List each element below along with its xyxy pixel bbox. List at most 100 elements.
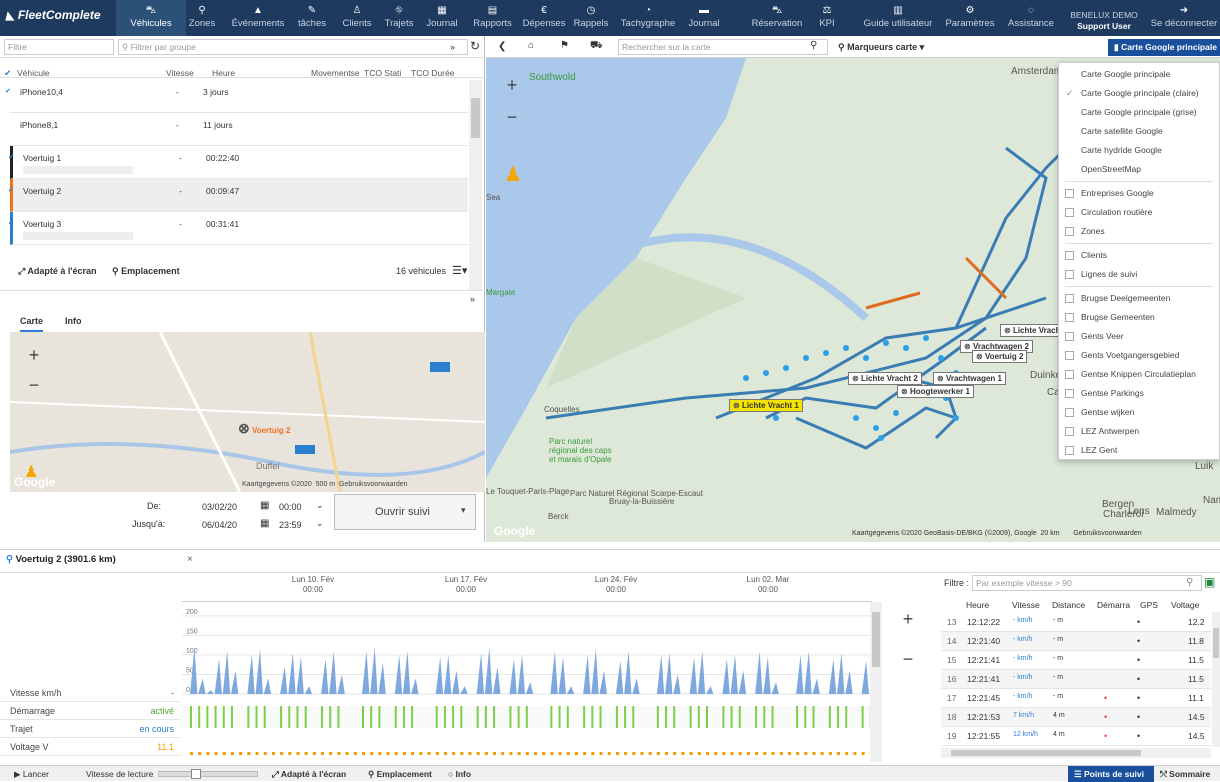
col-tco-state[interactable]: TCO Stati: [364, 68, 401, 78]
col-vehicle[interactable]: Véhicule: [17, 68, 50, 78]
map-type-option[interactable]: ✓ Carte Google principale (claire): [1059, 84, 1219, 103]
list-scrollbar[interactable]: [469, 80, 482, 290]
filter-input[interactable]: Filtre: [4, 39, 114, 55]
calendar-icon[interactable]: ▦: [260, 500, 269, 511]
calendar-icon[interactable]: ▦: [260, 518, 269, 529]
layer-checkbox[interactable]: [1065, 389, 1074, 398]
map-zoom-out[interactable]: −: [498, 104, 526, 132]
table-filter-input[interactable]: Par exemple vitesse > 90: [972, 575, 1202, 591]
to-date[interactable]: 06/04/20: [202, 520, 237, 530]
truck-icon[interactable]: ⛟: [590, 40, 603, 53]
to-time[interactable]: 23:59: [279, 520, 302, 530]
location-button[interactable]: ⚲ Emplacement: [112, 266, 180, 277]
from-date[interactable]: 03/02/20: [202, 502, 237, 512]
vehicle-count[interactable]: 16 véhicules: [396, 266, 446, 276]
vehicle-marker[interactable]: ⊗ Lichte Vracht 1: [729, 399, 803, 412]
map-type-option[interactable]: Carte Google principale: [1059, 65, 1219, 84]
fit-screen-button[interactable]: ⤢ Adapté à l'écran: [18, 266, 97, 277]
map-type-option[interactable]: Carte hydride Google: [1059, 141, 1219, 160]
excel-export-icon[interactable]: ▣: [1204, 575, 1215, 589]
vehicle-row[interactable]: iPhone8,1 - 11 jours: [10, 113, 468, 146]
nav-10[interactable]: ◔ Tachygraphe: [612, 0, 684, 36]
tab-map[interactable]: Carte: [20, 316, 44, 332]
layer-checkbox[interactable]: [1065, 189, 1074, 198]
nav-6[interactable]: ▦ Journal: [416, 0, 468, 36]
layer-checkbox[interactable]: [1065, 446, 1074, 455]
pegman-icon[interactable]: ♟: [504, 162, 522, 187]
layer-checkbox[interactable]: [1065, 251, 1074, 260]
map-layer-option[interactable]: Zones: [1059, 222, 1219, 241]
table-header[interactable]: Vitesse: [1012, 600, 1040, 610]
playback-speed-slider[interactable]: [158, 769, 258, 779]
list-menu-icon[interactable]: ☰▾: [452, 264, 467, 277]
layer-checkbox[interactable]: [1065, 270, 1074, 279]
map-layer-option[interactable]: Gentse Parkings: [1059, 384, 1219, 403]
vehicle-checkbox[interactable]: ✔: [7, 220, 15, 228]
chart-zoom-in[interactable]: +: [894, 606, 922, 634]
info-button[interactable]: ○ Info: [448, 769, 471, 779]
speed-chart[interactable]: 050100150200: [182, 602, 872, 762]
tracking-tab[interactable]: ⚲ Voertuig 2 (3901.6 km): [6, 554, 182, 574]
tab-info[interactable]: Info: [65, 316, 82, 326]
map-type-option[interactable]: OpenStreetMap: [1059, 160, 1219, 179]
vehicle-row[interactable]: ✔ iPhone10,4 - 3 jours: [5, 80, 468, 113]
vehicle-marker[interactable]: ⊗ Hoogtewerker 1: [897, 385, 974, 398]
table-header[interactable]: Voltage: [1171, 600, 1199, 610]
layer-checkbox[interactable]: [1065, 370, 1074, 379]
table-row[interactable]: 15 12:21:41 - km/h - m • 11.5: [941, 651, 1211, 670]
map-layer-option[interactable]: Clients: [1059, 246, 1219, 265]
vehicle-checkbox[interactable]: ✔: [7, 154, 15, 162]
map-type-option[interactable]: Carte satellite Google: [1059, 122, 1219, 141]
home-icon[interactable]: ⌂: [528, 40, 534, 51]
map-type-button[interactable]: ▮ Carte Google principale: [1108, 39, 1220, 56]
nav-14[interactable]: ▥ Guide utilisateur: [852, 0, 944, 36]
col-speed[interactable]: Vitesse: [166, 68, 194, 78]
table-header[interactable]: Distance: [1052, 600, 1085, 610]
mini-zoom-in[interactable]: +: [20, 342, 48, 370]
vehicle-row[interactable]: ✔ Voertuig 1 - 00:22:40: [7, 146, 468, 179]
close-tab-icon[interactable]: ×: [187, 554, 193, 565]
layer-checkbox[interactable]: [1065, 351, 1074, 360]
map-markers-dropdown[interactable]: ⚲ Marqueurs carte ▾: [838, 42, 924, 53]
map-layer-option[interactable]: Gentse wijken: [1059, 403, 1219, 422]
layer-checkbox[interactable]: [1065, 408, 1074, 417]
nav-9[interactable]: ◷ Rappels: [565, 0, 617, 36]
group-filter-input[interactable]: ⚲ Filtrer par groupe: [118, 39, 468, 55]
flag-icon[interactable]: ⚑: [560, 40, 569, 51]
table-row[interactable]: 16 12:21:41 - km/h - m • 11.5: [941, 670, 1211, 689]
mini-zoom-out[interactable]: −: [20, 372, 48, 400]
layer-checkbox[interactable]: [1065, 427, 1074, 436]
nav-2[interactable]: ▲ Événements: [222, 0, 294, 36]
table-scrollbar[interactable]: [1212, 612, 1220, 747]
vehicle-marker[interactable]: ⊗ Vrachtwagen 1: [933, 372, 1006, 385]
table-header[interactable]: Démarra: [1097, 600, 1130, 610]
nav-15[interactable]: ⚙ Paramètres: [936, 0, 1004, 36]
logout-button[interactable]: ➜ Se déconnecter: [1148, 0, 1220, 36]
collapse-icon[interactable]: »: [450, 42, 455, 52]
refresh-icon[interactable]: ↻: [470, 39, 480, 53]
vehicle-row[interactable]: ✔ Voertuig 3 - 00:31:41: [7, 212, 468, 245]
nav-16[interactable]: ◌ Assistance: [999, 0, 1063, 36]
vehicle-marker[interactable]: ⊗ Lichte Vracht 2: [848, 372, 922, 385]
chevron-down-icon[interactable]: ⌄: [316, 518, 324, 529]
open-tracking-button[interactable]: Ouvrir suivi ▾: [334, 494, 476, 530]
table-hscrollbar[interactable]: [941, 748, 1211, 758]
tracking-points-button[interactable]: ☰ Points de suivi: [1068, 766, 1154, 782]
map-search-input[interactable]: Rechercher sur la carte: [618, 39, 828, 55]
table-header[interactable]: GPS: [1140, 600, 1158, 610]
from-time[interactable]: 00:00: [279, 502, 302, 512]
map-layer-option[interactable]: Entreprises Google: [1059, 184, 1219, 203]
nav-13[interactable]: ⚖ KPI: [809, 0, 845, 36]
mini-map[interactable]: + − ⊗ Voertuig 2 Duffel ♟ Google Kaartge…: [10, 332, 485, 492]
vehicle-checkbox[interactable]: [4, 121, 12, 129]
nav-1[interactable]: ⚲ Zones: [177, 0, 227, 36]
map-layer-option[interactable]: LEZ Antwerpen: [1059, 422, 1219, 441]
table-row[interactable]: 17 12:21:45 - km/h - m • • 11.1: [941, 689, 1211, 708]
fleetcomplete-logo[interactable]: ◣ FleetComplete: [6, 8, 101, 22]
map-layer-option[interactable]: LEZ Gent: [1059, 441, 1219, 460]
col-movement[interactable]: Movementse: [311, 68, 360, 78]
chart-scrollbar[interactable]: [870, 602, 882, 762]
table-row[interactable]: 18 12:21:53 7 km/h 4 m • • 14.5: [941, 708, 1211, 727]
mini-vehicle-marker[interactable]: ⊗ Voertuig 2: [238, 420, 291, 437]
table-row[interactable]: 19 12:21:55 12 km/h 4 m • • 14.5: [941, 727, 1211, 746]
